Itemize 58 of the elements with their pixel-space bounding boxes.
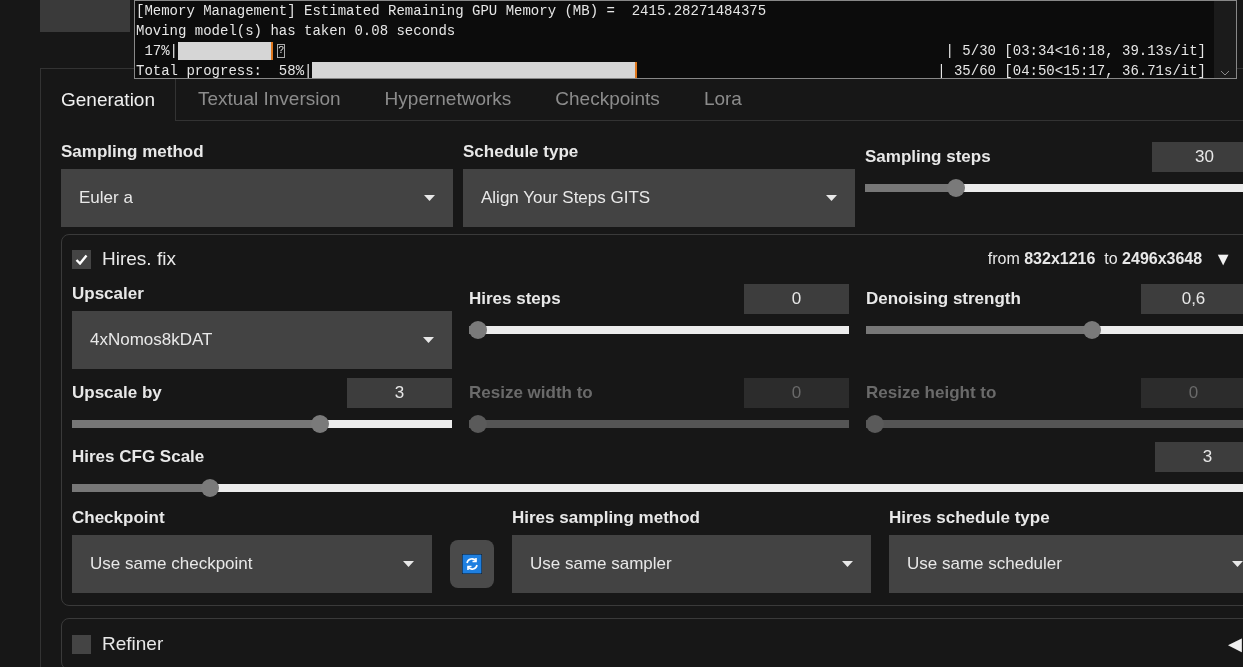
scroll-down-icon[interactable] — [1220, 70, 1230, 76]
collapse-toggle[interactable]: ◀ — [1228, 630, 1242, 658]
slider-label: Resize width to — [469, 382, 593, 405]
refresh-button[interactable] — [450, 540, 494, 588]
tab[interactable]: Hypernetworks — [362, 79, 534, 120]
caret-icon — [1232, 561, 1243, 567]
slider-thumb[interactable] — [1083, 321, 1102, 339]
slider-label: Hires CFG Scale — [72, 446, 205, 469]
dropdown[interactable]: Use same checkpoint — [72, 535, 432, 593]
slider-thumb[interactable] — [947, 179, 966, 197]
caret-icon — [423, 337, 434, 343]
dropdown[interactable]: Align Your Steps GITS — [463, 169, 855, 227]
slider-thumb[interactable] — [200, 479, 219, 497]
slider-thumb[interactable] — [310, 415, 329, 433]
checkbox[interactable] — [72, 249, 91, 269]
number-field[interactable]: 30 — [1152, 142, 1243, 172]
console-text: | 35/60 [04:50<15:17, 36.71s/it] — [937, 62, 1206, 78]
section-title: Hires. fix — [102, 246, 176, 271]
caret-icon — [826, 195, 837, 201]
console-line: [Memory Management] Estimated Remaining GPU Memory (MB) = 2415.28271484375 — [136, 2, 768, 21]
slider-thumb[interactable] — [469, 321, 487, 339]
field-label: Hires schedule type — [889, 507, 1051, 529]
caret-icon — [842, 561, 853, 567]
check-icon — [75, 253, 88, 265]
number-field[interactable]: 0 — [744, 284, 849, 314]
number-field[interactable]: 0,6 — [1141, 284, 1243, 314]
dropdown[interactable]: Use same scheduler — [889, 535, 1243, 593]
checkbox[interactable] — [72, 634, 91, 654]
tab[interactable]: Lora — [681, 79, 764, 120]
slider-label: Denoising strength — [866, 288, 1021, 311]
tab[interactable]: Textual Inversion — [176, 79, 363, 120]
field-label: Upscaler — [72, 283, 145, 305]
resolution-summary: from 832x1216 to 2496x3648 — [987, 249, 1203, 269]
tab[interactable]: Generation — [41, 79, 176, 121]
number-field[interactable]: 3 — [347, 378, 452, 408]
console-line: Moving model(s) has taken 0.08 seconds — [136, 22, 457, 41]
console-text: Total progress: 58%| — [136, 62, 313, 78]
console-text: 17%| — [143, 42, 178, 61]
caret-icon — [424, 195, 435, 201]
field-label: Hires sampling method — [512, 507, 701, 529]
console-text: | 5/30 [03:34<16:18, 39.13s/it] — [945, 42, 1206, 61]
section-title: Refiner — [102, 631, 164, 656]
slider-label: Resize height to — [866, 382, 997, 405]
dropdown[interactable]: 4xNomos8kDAT — [72, 311, 452, 369]
field-label: Checkpoint — [72, 507, 166, 529]
collapse-toggle[interactable]: ▼ — [1214, 245, 1232, 273]
field-label: Schedule type — [463, 141, 580, 163]
caret-icon — [403, 561, 414, 567]
refresh-icon — [462, 554, 482, 574]
console-text: ? — [277, 44, 286, 58]
number-field[interactable]: 3 — [1155, 442, 1243, 472]
field-label: Sampling method — [61, 141, 205, 163]
tab[interactable]: Checkpoints — [533, 79, 682, 120]
slider-label: Upscale by — [72, 382, 162, 405]
slider-label: Hires steps — [469, 288, 561, 311]
slider-label: Sampling steps — [865, 146, 991, 169]
dropdown[interactable]: Euler a — [61, 169, 453, 227]
dropdown[interactable]: Use same sampler — [512, 535, 871, 593]
